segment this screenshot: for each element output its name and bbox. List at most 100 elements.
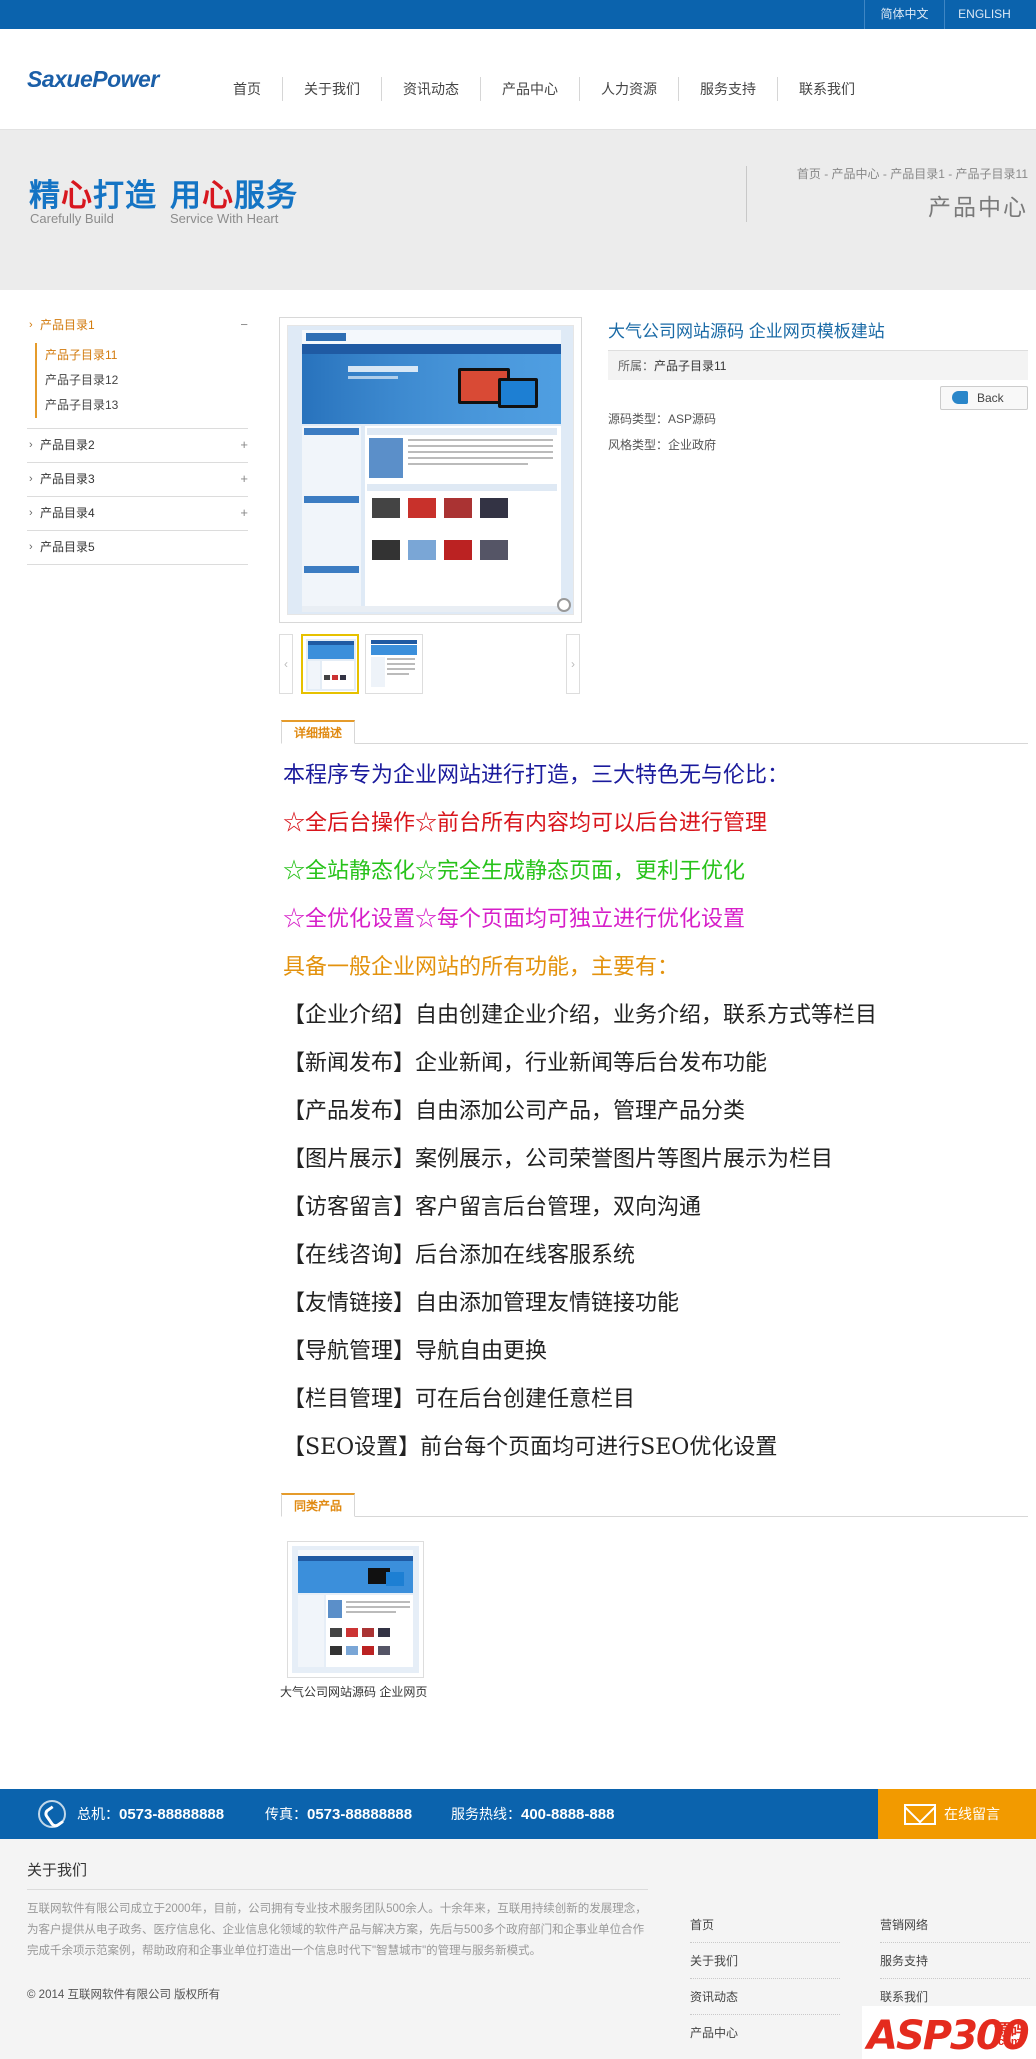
chevron-right-icon: › <box>29 439 33 451</box>
online-message-button[interactable]: 在线留言 <box>878 1789 1036 1839</box>
subcategory-item-13[interactable]: 产品子目录13 <box>45 393 248 418</box>
collapse-icon[interactable]: − <box>240 309 248 341</box>
product-category-meta: 所属：产品子目录11 <box>608 350 1028 380</box>
slogan-service-subtitle: Service With Heart <box>170 211 279 226</box>
desc-line: 【栏目管理】可在后台创建任意栏目 <box>283 1387 636 1412</box>
desc-line: ☆全后台操作☆前台所有内容均可以后台进行管理 <box>283 811 768 836</box>
phone-icon <box>38 1800 66 1828</box>
chevron-right-icon: › <box>29 319 33 331</box>
thumbnail-image <box>369 638 419 690</box>
expand-icon[interactable]: + <box>240 463 248 495</box>
thumbnail-2[interactable] <box>365 634 423 694</box>
lang-english-link[interactable]: ENGLISH <box>944 0 1024 29</box>
detail-tabbar: 详细描述 <box>281 720 1028 744</box>
desc-line: 【图片展示】案例展示，公司荣誉图片等图片展示为栏目 <box>283 1147 834 1172</box>
footer-link-support[interactable]: 服务支持 <box>880 1943 1030 1979</box>
thumb-prev-button[interactable]: ‹ <box>279 634 293 694</box>
nav-home[interactable]: 首页 <box>212 77 283 101</box>
slogan-service: 用心服务 <box>170 178 298 214</box>
category-sidebar: › 产品目录1 − 产品子目录11 产品子目录12 产品子目录13 › 产品目录… <box>27 309 248 565</box>
slogan-build: 精心打造 <box>29 178 157 214</box>
chevron-right-icon: › <box>29 507 33 519</box>
expand-icon[interactable]: + <box>240 429 248 461</box>
product-title: 大气公司网站源码 企业网页模板建站 <box>608 322 885 341</box>
nav-support[interactable]: 服务支持 <box>679 77 778 101</box>
desc-line: 本程序专为企业网站进行打造，三大特色无与伦比： <box>283 763 790 788</box>
subcategory-item-12[interactable]: 产品子目录12 <box>45 368 248 393</box>
product-thumbnails: ‹ › <box>279 634 582 694</box>
source-type-attr: 源码类型：ASP源码 <box>608 412 717 426</box>
tab-detail[interactable]: 详细描述 <box>281 720 356 744</box>
fax-info: 传真：0573-88888888 <box>265 1806 413 1823</box>
desc-line: 【访客留言】客户留言后台管理，双向沟通 <box>283 1195 702 1220</box>
related-product-card[interactable] <box>287 1541 424 1678</box>
product-category-link[interactable]: 产品子目录11 <box>654 359 726 373</box>
back-arrow-icon <box>952 391 968 404</box>
category-item-2[interactable]: › 产品目录2 + <box>27 429 248 463</box>
zoom-icon[interactable] <box>557 598 571 612</box>
desc-line: 【新闻发布】企业新闻，行业新闻等后台发布功能 <box>283 1051 768 1076</box>
contact-bar: 总机：0573-88888888 传真：0573-88888888 服务热线：4… <box>0 1789 1036 1839</box>
hotline-info: 服务热线：400-8888-888 <box>451 1806 615 1823</box>
desc-line: 【SEO设置】前台每个页面均可进行SEO优化设置 <box>283 1435 778 1460</box>
mail-icon <box>904 1804 936 1825</box>
desc-line: 【产品发布】自由添加公司产品，管理产品分类 <box>283 1099 746 1124</box>
site-header: SaxuePower 首页 关于我们 资讯动态 产品中心 人力资源 服务支持 联… <box>0 29 1036 130</box>
slogan-build-subtitle: Carefully Build <box>30 211 114 226</box>
thumbnail-1[interactable] <box>301 634 359 694</box>
template-thumbnail <box>292 1546 419 1673</box>
product-description: 本程序专为企业网站进行打造，三大特色无与伦比： ☆全后台操作☆前台所有内容均可以… <box>283 752 1023 1472</box>
site-logo[interactable]: SaxuePower <box>27 66 159 93</box>
product-photo-frame <box>279 317 582 623</box>
subcategory-item-11[interactable]: 产品子目录11 <box>45 343 248 368</box>
footer-link-products[interactable]: 产品中心 <box>690 2015 840 2051</box>
footer-link-about[interactable]: 关于我们 <box>690 1943 840 1979</box>
nav-contact[interactable]: 联系我们 <box>778 77 876 101</box>
chevron-right-icon: › <box>29 473 33 485</box>
style-type-attr: 风格类型：企业政府 <box>608 438 717 452</box>
chevron-right-icon: › <box>29 541 33 553</box>
desc-line: 具备一般企业网站的所有功能，主要有： <box>283 955 680 980</box>
subcategory-group: 产品子目录11 产品子目录12 产品子目录13 <box>27 343 248 429</box>
desc-line: ☆全优化设置☆每个页面均可独立进行优化设置 <box>283 907 746 932</box>
footer-about-title: 关于我们 <box>27 1862 88 1879</box>
desc-line: 【企业介绍】自由创建企业介绍，业务介绍，联系方式等栏目 <box>283 1003 878 1028</box>
nav-products[interactable]: 产品中心 <box>481 77 580 101</box>
category-item-5[interactable]: › 产品目录5 <box>27 531 248 565</box>
category-item-3[interactable]: › 产品目录3 + <box>27 463 248 497</box>
tab-related[interactable]: 同类产品 <box>281 1493 356 1517</box>
thumbnail-image <box>306 639 356 691</box>
top-bar: 简体中文 ENGLISH <box>0 0 1036 29</box>
footer-link-home[interactable]: 首页 <box>690 1907 840 1943</box>
footer-divider <box>27 1889 648 1890</box>
category-item-1[interactable]: › 产品目录1 − <box>27 309 248 343</box>
category-item-4[interactable]: › 产品目录4 + <box>27 497 248 531</box>
thumb-next-button[interactable]: › <box>566 634 580 694</box>
page-banner: 精心打造 用心服务 Carefully Build Service With H… <box>0 130 1036 290</box>
expand-icon[interactable]: + <box>240 497 248 529</box>
asp300-watermark-logo: ASP300 源码 .com <box>862 2006 1036 2059</box>
breadcrumb[interactable]: 首页 - 产品中心 - 产品目录1 - 产品子目录11 <box>797 165 1028 182</box>
main-nav: 首页 关于我们 资讯动态 产品中心 人力资源 服务支持 联系我们 <box>212 77 876 101</box>
footer-about-text: 互联网软件有限公司成立于2000年，目前，公司拥有专业技术服务团队500余人。十… <box>27 1903 647 1957</box>
nav-news[interactable]: 资讯动态 <box>382 77 481 101</box>
desc-line: 【导航管理】导航自由更换 <box>283 1339 548 1364</box>
related-tabbar: 同类产品 <box>281 1493 1028 1517</box>
related-product-caption[interactable]: 大气公司网站源码 企业网页 <box>280 1683 427 1700</box>
desc-line: 【在线咨询】后台添加在线客服系统 <box>283 1243 636 1268</box>
related-product-image[interactable] <box>287 1541 424 1678</box>
desc-line: 【友情链接】自由添加管理友情链接功能 <box>283 1291 680 1316</box>
website-template-preview <box>288 326 573 614</box>
banner-divider <box>746 166 747 222</box>
product-main-image[interactable] <box>287 325 574 615</box>
lang-chinese-link[interactable]: 简体中文 <box>864 0 944 29</box>
footer-link-network[interactable]: 营销网络 <box>880 1907 1030 1943</box>
footer-link-news[interactable]: 资讯动态 <box>690 1979 840 2015</box>
switchboard-info: 总机：0573-88888888 <box>77 1806 225 1823</box>
nav-about[interactable]: 关于我们 <box>283 77 382 101</box>
back-button[interactable]: Back <box>940 386 1028 410</box>
page-title: 产品中心 <box>928 194 1028 220</box>
desc-line: ☆全站静态化☆完全生成静态页面，更利于优化 <box>283 859 746 884</box>
nav-hr[interactable]: 人力资源 <box>580 77 679 101</box>
copyright: © 2014 互联网软件有限公司 版权所有 <box>27 1989 221 2001</box>
